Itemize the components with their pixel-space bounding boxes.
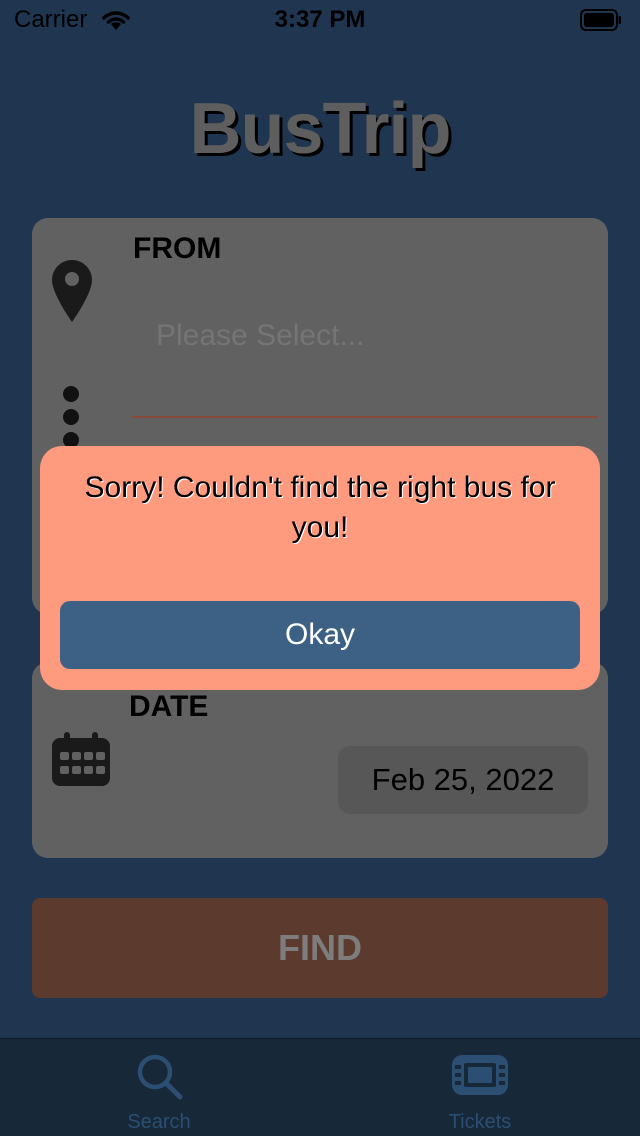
search-icon <box>137 1054 183 1100</box>
from-input-underline <box>132 416 598 418</box>
tab-tickets-label: Tickets <box>448 1111 512 1133</box>
tab-search-label: Search <box>127 1111 191 1133</box>
ticket-icon <box>452 1055 508 1095</box>
app-title: BusTrip <box>189 89 451 169</box>
map-pin-icon <box>52 260 92 322</box>
route-dot-1 <box>63 386 79 402</box>
date-card: DATE Feb 25, 2022 <box>32 662 608 858</box>
from-label: FROM <box>133 232 222 265</box>
route-dot-2 <box>63 409 79 425</box>
tab-tickets[interactable]: Tickets <box>320 1039 640 1136</box>
date-label: DATE <box>129 690 209 723</box>
alert-message: Sorry! Couldn't find the right bus for y… <box>84 471 556 544</box>
from-input[interactable] <box>156 314 596 358</box>
tab-bar: Search Tickets <box>0 1038 640 1136</box>
status-bar: Carrier 3:37 PM <box>0 0 640 40</box>
error-alert: Sorry! Couldn't find the right bus for y… <box>40 446 600 690</box>
battery-icon <box>580 9 621 31</box>
tab-search[interactable]: Search <box>0 1039 320 1136</box>
okay-button[interactable]: Okay <box>60 601 580 669</box>
date-picker[interactable]: Feb 25, 2022 <box>338 746 588 814</box>
calendar-icon <box>52 732 110 786</box>
find-button[interactable]: FIND <box>32 898 608 998</box>
status-time: 3:37 PM <box>274 6 366 33</box>
